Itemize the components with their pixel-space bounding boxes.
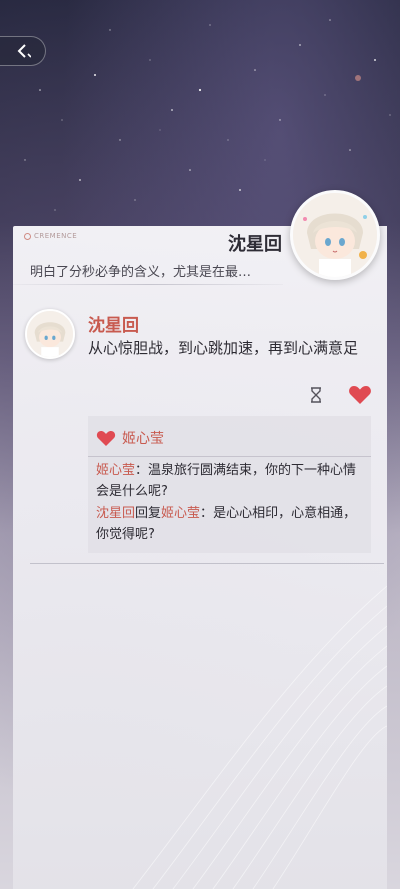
comment-item[interactable]: 沈星回回复姬心莹：是心心相印，心意相通，你觉得呢? [96,503,366,545]
comment-item[interactable]: 姬心莹：温泉旅行圆满结束，你的下一种心情会是什么呢? [96,460,366,502]
heart-icon [96,430,116,446]
back-icon [17,44,31,58]
comment-separator: ： [200,506,214,521]
character-avatar[interactable] [290,190,380,280]
brand-logo-icon [24,232,31,240]
header-divider [13,284,283,285]
back-button[interactable] [0,36,46,66]
post-author-name: 沈星回 [88,316,139,336]
brand-logo: CREMENCE [24,232,77,240]
comment-author[interactable]: 姬心莹 [96,463,135,478]
likes-divider [88,456,371,457]
reply-to-name[interactable]: 姬心莹 [161,506,200,521]
comment-section: 姬心莹 姬心莹：温泉旅行圆满结束，你的下一种心情会是什么呢? 沈星回回复姬心莹：… [88,416,371,553]
heart-icon [349,386,371,404]
character-signature: 明白了分秒必争的含义，尤其是在最… [30,265,252,280]
likes-row: 姬心莹 [96,428,164,448]
comment-separator: ： [135,463,149,478]
hourglass-icon [311,387,321,403]
reply-word: 回复 [135,506,162,521]
likes-names[interactable]: 姬心莹 [122,428,164,448]
avatar-chibi-icon [27,311,73,357]
comment-author[interactable]: 沈星回 [96,506,135,521]
post-text: 从心惊胆战，到心跳加速，再到心满意足 [88,339,359,357]
like-button[interactable] [348,385,372,405]
post-divider [30,563,384,564]
hourglass-button[interactable] [307,386,325,404]
character-name: 沈星回 [228,234,282,255]
card-wave-decoration [132,585,387,889]
post-author-avatar[interactable] [25,309,75,359]
avatar-chibi-icon [293,193,377,277]
brand-text: CREMENCE [34,232,78,240]
